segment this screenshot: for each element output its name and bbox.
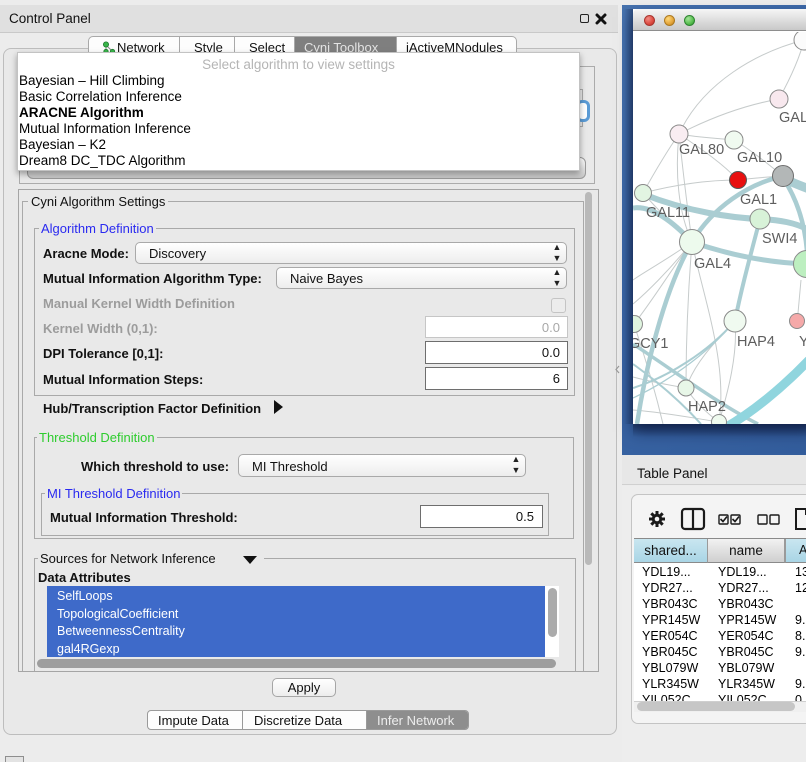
svg-text:GAL11: GAL11 [646,205,690,221]
svg-text:SWI4: SWI4 [762,231,797,247]
svg-text:GAL1: GAL1 [740,192,777,208]
svg-text:GAL2: GAL2 [779,110,806,126]
svg-text:HAP2: HAP2 [688,399,726,415]
svg-text:GAL80: GAL80 [679,142,724,158]
svg-text:GAL10: GAL10 [737,150,782,166]
svg-text:HAP4: HAP4 [737,334,775,350]
svg-text:GCY1: GCY1 [633,336,669,352]
svg-text:GAL4: GAL4 [694,256,731,272]
svg-text:YEL: YEL [799,334,806,350]
